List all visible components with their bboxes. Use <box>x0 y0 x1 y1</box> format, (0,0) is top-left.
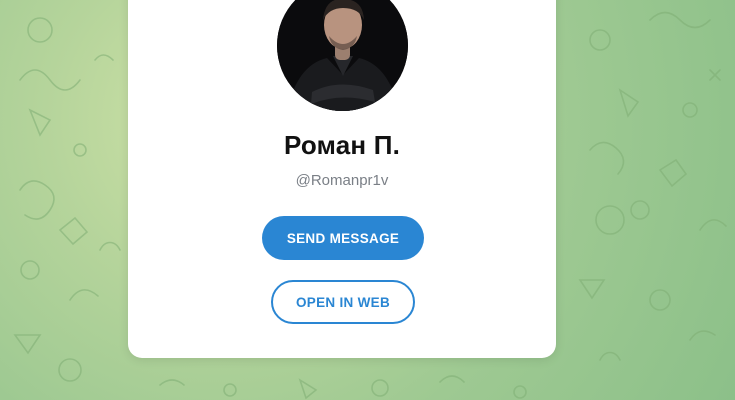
profile-card: Роман П. @Romanpr1v SEND MESSAGE OPEN IN… <box>128 0 556 358</box>
profile-name: Роман П. <box>283 130 401 160</box>
send-message-button[interactable]: SEND MESSAGE <box>262 216 424 260</box>
profile-photo-icon <box>277 0 408 111</box>
profile-avatar <box>277 0 408 111</box>
telegram-profile-page: Роман П. @Romanpr1v SEND MESSAGE OPEN IN… <box>0 0 735 400</box>
profile-username: @Romanpr1v <box>295 172 389 189</box>
open-in-web-button[interactable]: OPEN IN WEB <box>271 280 415 324</box>
